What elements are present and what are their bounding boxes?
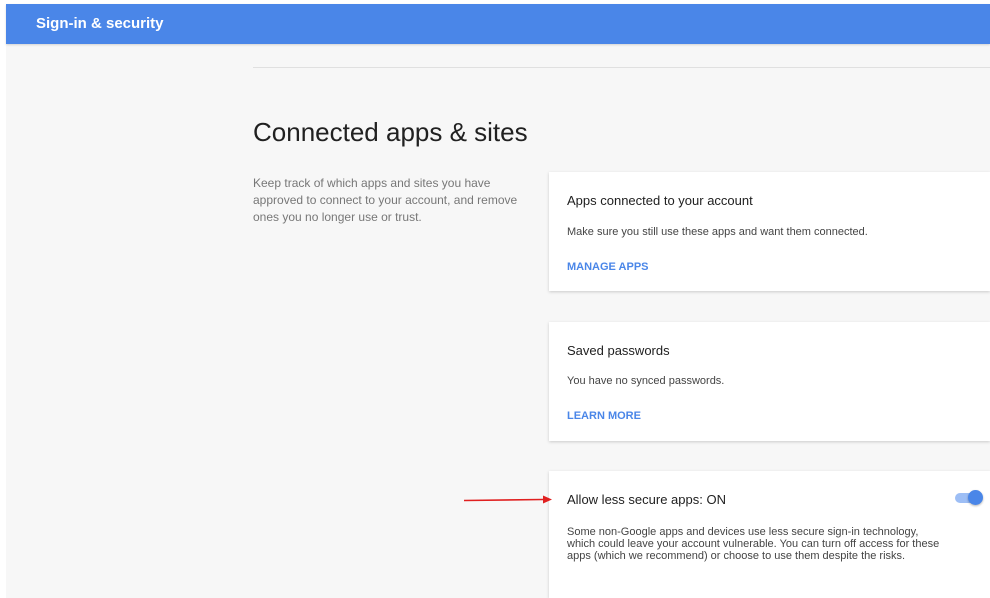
card-description: Some non-Google apps and devices use les…: [567, 526, 940, 562]
apps-connected-card: Apps connected to your account Make sure…: [549, 172, 990, 291]
saved-passwords-card: Saved passwords You have no synced passw…: [549, 322, 990, 441]
annotation-arrow-icon: [463, 495, 552, 504]
less-secure-apps-card: Allow less secure apps: ON Some non-Goog…: [549, 471, 990, 598]
page: Sign-in & security Connected apps & site…: [6, 4, 990, 598]
section-title: Connected apps & sites: [253, 117, 528, 147]
top-app-bar: Sign-in & security: [6, 4, 990, 44]
card-title: Apps connected to your account: [567, 193, 753, 208]
section-divider: [253, 67, 990, 68]
manage-apps-link[interactable]: MANAGE APPS: [567, 261, 649, 273]
card-description: You have no synced passwords.: [567, 375, 725, 387]
card-title: Saved passwords: [567, 343, 670, 358]
page-header-title: Sign-in & security: [36, 15, 164, 32]
card-description: Make sure you still use these apps and w…: [567, 226, 868, 238]
card-title: Allow less secure apps: ON: [567, 492, 726, 507]
toggle-thumb: [968, 490, 983, 505]
less-secure-apps-toggle[interactable]: [955, 489, 983, 507]
learn-more-link[interactable]: LEARN MORE: [567, 410, 641, 422]
section-description: Keep track of which apps and sites you h…: [253, 176, 518, 224]
